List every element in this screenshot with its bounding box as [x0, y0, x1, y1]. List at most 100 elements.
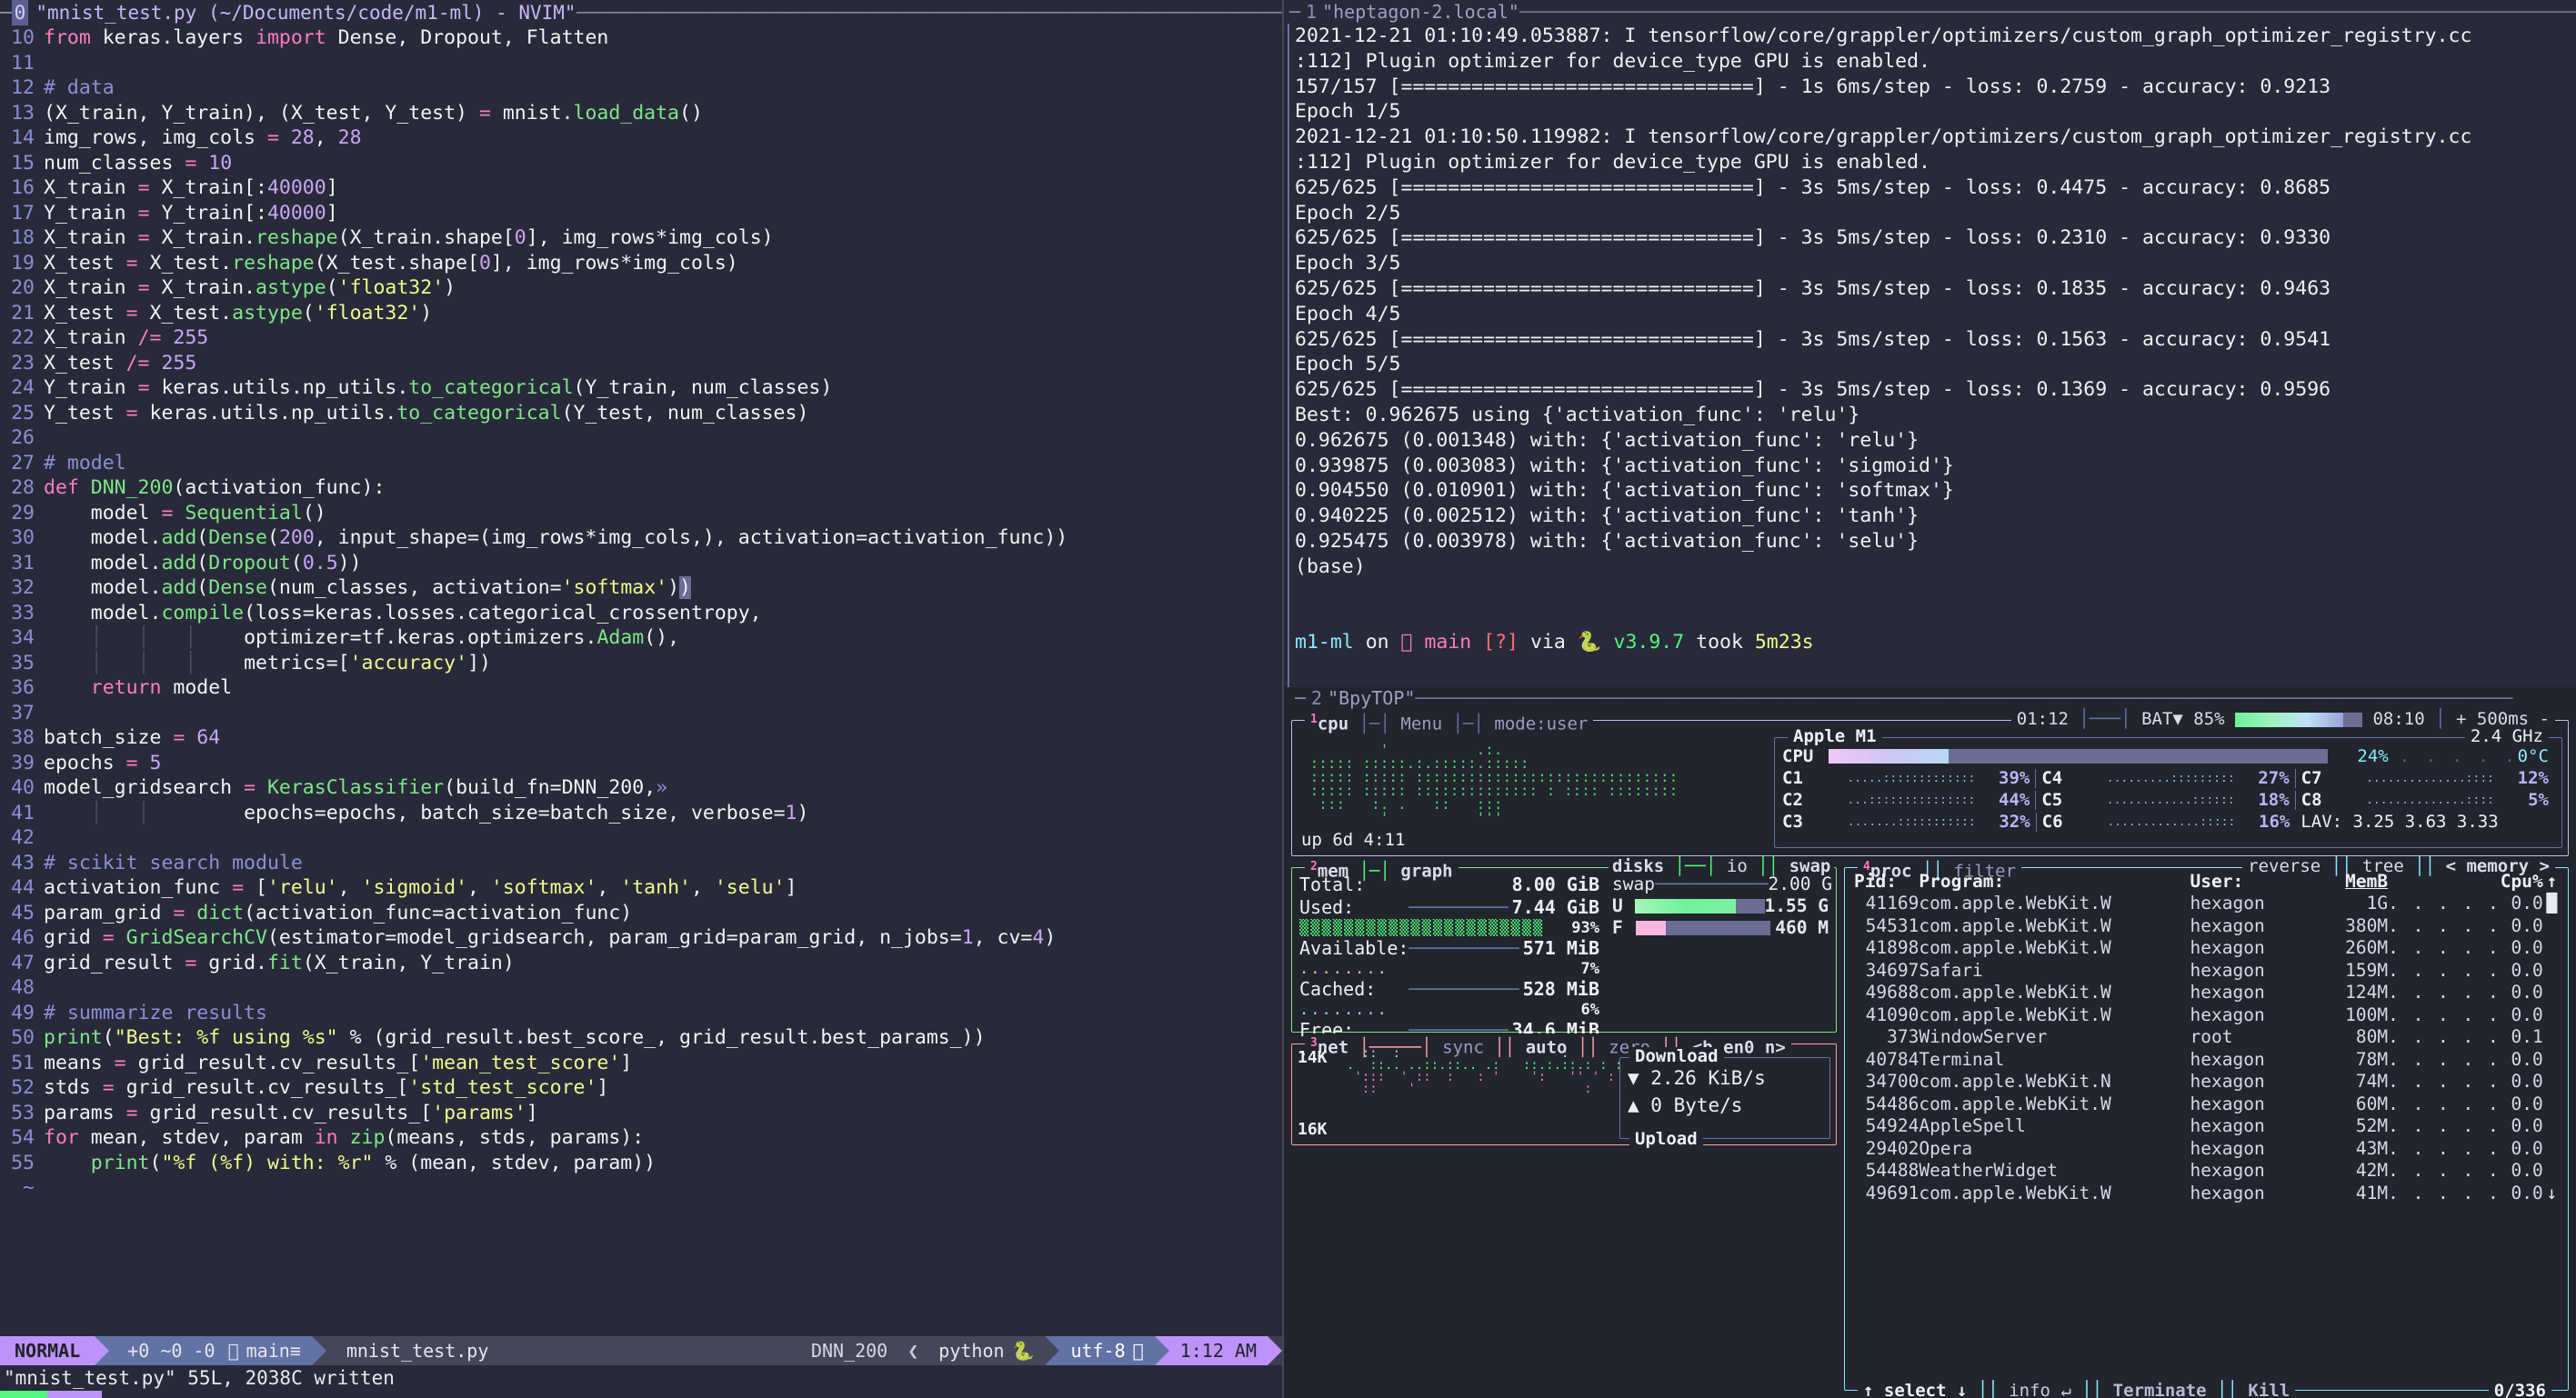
- table-row[interactable]: 54486 com.apple.WebKit.W hexagon 60M. . . .…: [1854, 1093, 2561, 1116]
- code-token: [: [244, 876, 267, 899]
- code-token: grid.: [196, 951, 267, 974]
- cell-pid: 54488: [1865, 1160, 1919, 1181]
- process-box[interactable]: 4proc ││ filter reverse ││ tree ││ < mem…: [1844, 857, 2569, 1398]
- cell-user: hexagon: [2190, 1182, 2265, 1203]
- core-label: C8: [2300, 789, 2322, 810]
- col-pid[interactable]: Pid:: [1854, 872, 1919, 893]
- bpytop-title: "BpyTOP": [1328, 687, 1416, 709]
- code-token: Dense: [208, 526, 267, 549]
- table-row[interactable]: 49691 com.apple.WebKit.W hexagon 41M. . . .…: [1854, 1183, 2561, 1205]
- terminal-output-pane[interactable]: ─ 1 "heptagon-2.local" ─────────────────…: [1284, 0, 2576, 687]
- sort-direction-arrow[interactable]: ↑: [2543, 872, 2561, 893]
- shell-prompt-line[interactable]: m1-ml on  main [?] via 🐍 v3.9.7 took 5m…: [1288, 579, 2576, 687]
- bpytop-title-bar: ─ 2 "BpyTOP" ───────────────────────────…: [1289, 687, 2576, 709]
- core-sparkline: .........:::::::::: [2106, 773, 2235, 784]
- code-token: ): [1044, 926, 1057, 949]
- cpu-core-c1: C1.....::::::::::::: 39%: [1782, 768, 2035, 788]
- col-user[interactable]: User:: [2190, 872, 2317, 893]
- table-row[interactable]: 54924 AppleSpell hexagon 52M. . . . . 0.0: [1854, 1115, 2561, 1138]
- table-row[interactable]: 29402 Opera hexagon 43M. . . . . 0.0: [1854, 1138, 2561, 1161]
- scrollbar-thumb[interactable]: █: [2543, 893, 2561, 915]
- cell-pid: 54924: [1865, 1115, 1919, 1136]
- cell-pid: 34700: [1865, 1071, 1919, 1092]
- terminal-line: 625/625 [==============================]…: [1295, 378, 2331, 402]
- prompt-python-icon: 🐍: [1577, 631, 1602, 654]
- memory-row-label: Available:: [1299, 937, 1409, 959]
- scrollbar-track: [2543, 1071, 2561, 1093]
- code-line: 22 X_train /= 255: [2, 325, 1282, 351]
- nvim-command-line[interactable]: "mnist_test.py" 55L, 2038C written: [0, 1365, 1282, 1391]
- network-box[interactable]: 3net │─────│ sync ││ auto ││ zero ││ <b …: [1291, 1034, 1837, 1149]
- table-row[interactable]: 41169 com.apple.WebKit.W hexagon 1G. . . . …: [1854, 893, 2561, 915]
- nvim-pane[interactable]: ─ 0 "mnist_test.py (~/Documents/code/m1-…: [0, 0, 1284, 1398]
- proc-select-hint[interactable]: ↑ select ↓: [1863, 1381, 1967, 1398]
- table-row[interactable]: 373 WindowServer root 80M. . . . . 0.1: [1854, 1026, 2561, 1049]
- cell-user: hexagon: [2190, 1137, 2265, 1159]
- col-cpu[interactable]: Cpu%: [2501, 872, 2543, 893]
- cpu-menu-button[interactable]: Menu: [1400, 714, 1442, 734]
- scroll-down-arrow[interactable]: ↓: [2543, 1183, 2561, 1205]
- line-number: 40: [11, 776, 35, 799]
- proc-kill-button[interactable]: Kill: [2248, 1381, 2290, 1398]
- code-token: GridSearchCV: [125, 926, 267, 949]
- cell-mem: 124M: [2345, 982, 2389, 1003]
- cpu-box-title[interactable]: 1cpu │─│ Menu │─│ mode:user: [1305, 710, 1594, 734]
- cell-pid: 40784: [1865, 1048, 1919, 1070]
- scrollbar-track: [2543, 960, 2561, 983]
- cell-mem: 260M: [2345, 937, 2389, 958]
- prompt-branch: main: [1424, 631, 1472, 654]
- core-sparkline: ..............::::: [2366, 794, 2494, 805]
- memory-box[interactable]: 2mem │─│ graph Total: 8.00 GiB Used: ──────…: [1291, 857, 1837, 1060]
- code-token: (),: [644, 626, 680, 649]
- table-row[interactable]: 34697 Safari hexagon 159M. . . . . 0.0: [1854, 960, 2561, 983]
- bpytop-pane-index[interactable]: 2: [1306, 688, 1322, 708]
- table-row[interactable]: 54531 com.apple.WebKit.W hexagon 380M. . . …: [1854, 915, 2561, 938]
- cell-sparkline: . . . . .: [2388, 1071, 2501, 1092]
- code-token: X_train: [44, 176, 138, 199]
- col-mem[interactable]: MemB: [2317, 872, 2388, 893]
- code-token: 64: [196, 726, 221, 749]
- memory-row: Available:──────────────571 MiB: [1299, 937, 1599, 960]
- code-token: ], img_rows*img_cols): [526, 226, 774, 249]
- terminal-pane-index[interactable]: 1: [1300, 1, 1317, 23]
- table-row[interactable]: 41090 com.apple.WebKit.W hexagon 100M. . . …: [1854, 1004, 2561, 1027]
- col-program[interactable]: Program:: [1919, 872, 2190, 893]
- table-row[interactable]: 49688 com.apple.WebKit.W hexagon 124M. . . …: [1854, 982, 2561, 1004]
- proc-info-hint[interactable]: info ↵: [2009, 1381, 2071, 1398]
- line-number: 33: [11, 601, 35, 624]
- code-line: 42: [2, 825, 1282, 851]
- prompt-via-word: via: [1529, 631, 1566, 654]
- cpu-core-c2: C2...::::::::::::::: 44%: [1782, 790, 2035, 810]
- pane-index[interactable]: 0: [11, 0, 29, 25]
- table-row[interactable]: 54488 WeatherWidget hexagon 42M. . . . . 0.0: [1854, 1160, 2561, 1183]
- table-row[interactable]: 41898 com.apple.WebKit.W hexagon 260M. . . …: [1854, 937, 2561, 960]
- cell-mem: 52M: [2355, 1115, 2389, 1136]
- code-token: 'selu': [714, 876, 786, 899]
- pane-border-left: ─: [1295, 687, 1307, 709]
- code-token: import: [256, 26, 338, 49]
- process-footer-actions[interactable]: ↑ select ↓ ││ info ↵ ││ Terminate ││ Kil…: [1858, 1381, 2296, 1398]
- cpu-mode-toggle[interactable]: mode:user: [1494, 714, 1588, 734]
- code-line: 44 activation_func = ['relu', 'sigmoid', …: [2, 875, 1282, 901]
- memory-row-meter: ........ 6%: [1299, 1001, 1599, 1019]
- cpu-box[interactable]: 1cpu │─│ Menu │─│ mode:user 01:12 │───│ …: [1291, 710, 2569, 856]
- process-table[interactable]: Pid: Program: User: MemB Cpu% ↑ 41169 com…: [1854, 872, 2561, 1204]
- nvim-buffer[interactable]: 10 from keras.layers import Dense, Dropou…: [0, 25, 1282, 1336]
- bpytop-pane[interactable]: ─ 2 "BpyTOP" ───────────────────────────…: [1284, 687, 2576, 1398]
- terminal-line: 2021-12-21 01:10:49.053887: I tensorflow…: [1295, 25, 2472, 47]
- code-line: 34 │ │ │ optimizer=tf.keras.optimizers.A…: [2, 625, 1282, 651]
- terminal-title-rule: ────────────────────────────────────────…: [1519, 1, 2576, 23]
- code-token: activation_func: [44, 876, 233, 899]
- proc-terminate-button[interactable]: Terminate: [2113, 1381, 2207, 1398]
- git-diff-counts: +0 ~0 -0: [127, 1340, 216, 1362]
- terminal-line: 0.939875 (0.003083) with: {'activation_f…: [1295, 454, 1954, 477]
- memory-row-meter: ........ 7%: [1299, 960, 1599, 978]
- cell-mem: 41M: [2355, 1182, 2389, 1203]
- cpu-core-c3: C3.......::::::::::: 32%: [1782, 812, 2036, 832]
- terminal-line: 0.904550 (0.010901) with: {'activation_f…: [1295, 479, 1954, 503]
- table-row[interactable]: 34700 com.apple.WebKit.N hexagon 74M. . . .…: [1854, 1071, 2561, 1093]
- table-row[interactable]: 40784 Terminal hexagon 78M. . . . . 0.0: [1854, 1049, 2561, 1072]
- code-token: =: [137, 201, 150, 225]
- line-number: 19: [11, 251, 35, 275]
